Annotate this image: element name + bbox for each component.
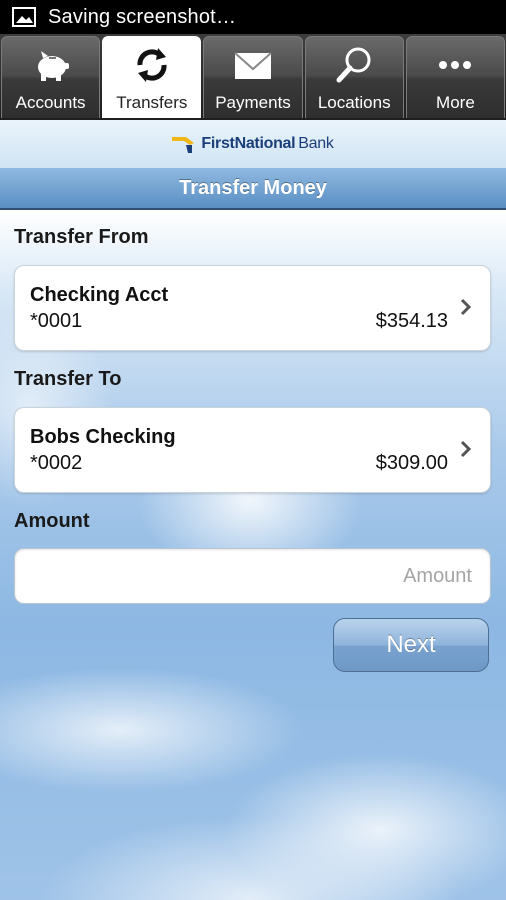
bank-header: FirstNational Bank xyxy=(0,120,506,169)
tab-payments[interactable]: Payments xyxy=(203,36,303,118)
magnifier-icon xyxy=(336,47,371,83)
account-balance: $354.13 xyxy=(375,310,448,332)
tab-locations[interactable]: Locations xyxy=(304,36,404,118)
account-number: *0002 xyxy=(30,452,83,474)
transfer-from-label: Transfer From xyxy=(14,226,149,248)
tab-transfers[interactable]: Transfers xyxy=(102,36,202,118)
amount-input[interactable] xyxy=(14,548,491,604)
bank-logo: FirstNational Bank xyxy=(172,135,334,153)
account-name: Checking Acct xyxy=(30,284,169,306)
account-number: *0001 xyxy=(30,310,83,332)
chevron-right-icon xyxy=(460,440,472,458)
tab-label: Accounts xyxy=(15,93,86,112)
status-bar: Saving screenshot… xyxy=(0,0,506,34)
more-dots-icon xyxy=(439,61,472,69)
amount-label: Amount xyxy=(14,510,90,532)
page-title: Transfer Money xyxy=(0,168,506,210)
transfer-to-account-card[interactable]: Bobs Checking *0002 $309.00 xyxy=(14,407,491,493)
account-balance: $309.00 xyxy=(375,452,448,474)
tab-label: Payments xyxy=(215,93,291,112)
envelope-icon xyxy=(234,52,272,79)
image-icon xyxy=(12,7,36,27)
transfer-from-account-card[interactable]: Checking Acct *0001 $354.13 xyxy=(14,265,491,351)
tab-label: Transfers xyxy=(116,93,188,112)
next-button[interactable]: Next xyxy=(333,618,489,672)
bank-logo-mark-icon xyxy=(172,137,195,153)
bank-name-regular: Bank xyxy=(298,135,334,152)
tab-accounts[interactable]: Accounts xyxy=(1,36,101,118)
chevron-right-icon xyxy=(460,298,472,316)
tab-bar: Accounts Transfers Payments Locations Mo… xyxy=(0,34,506,120)
tab-label: More xyxy=(436,93,475,112)
status-text: Saving screenshot… xyxy=(48,5,237,28)
account-name: Bobs Checking xyxy=(30,426,176,448)
transfer-to-label: Transfer To xyxy=(14,368,122,390)
tab-label: Locations xyxy=(317,93,391,112)
bank-name-bold: FirstNational xyxy=(201,135,296,152)
transfer-form: Transfer From Checking Acct *0001 $354.1… xyxy=(0,210,506,900)
transfer-arrows-icon xyxy=(137,48,167,82)
tab-more[interactable]: More xyxy=(405,36,506,118)
piggy-bank-icon xyxy=(37,51,69,81)
